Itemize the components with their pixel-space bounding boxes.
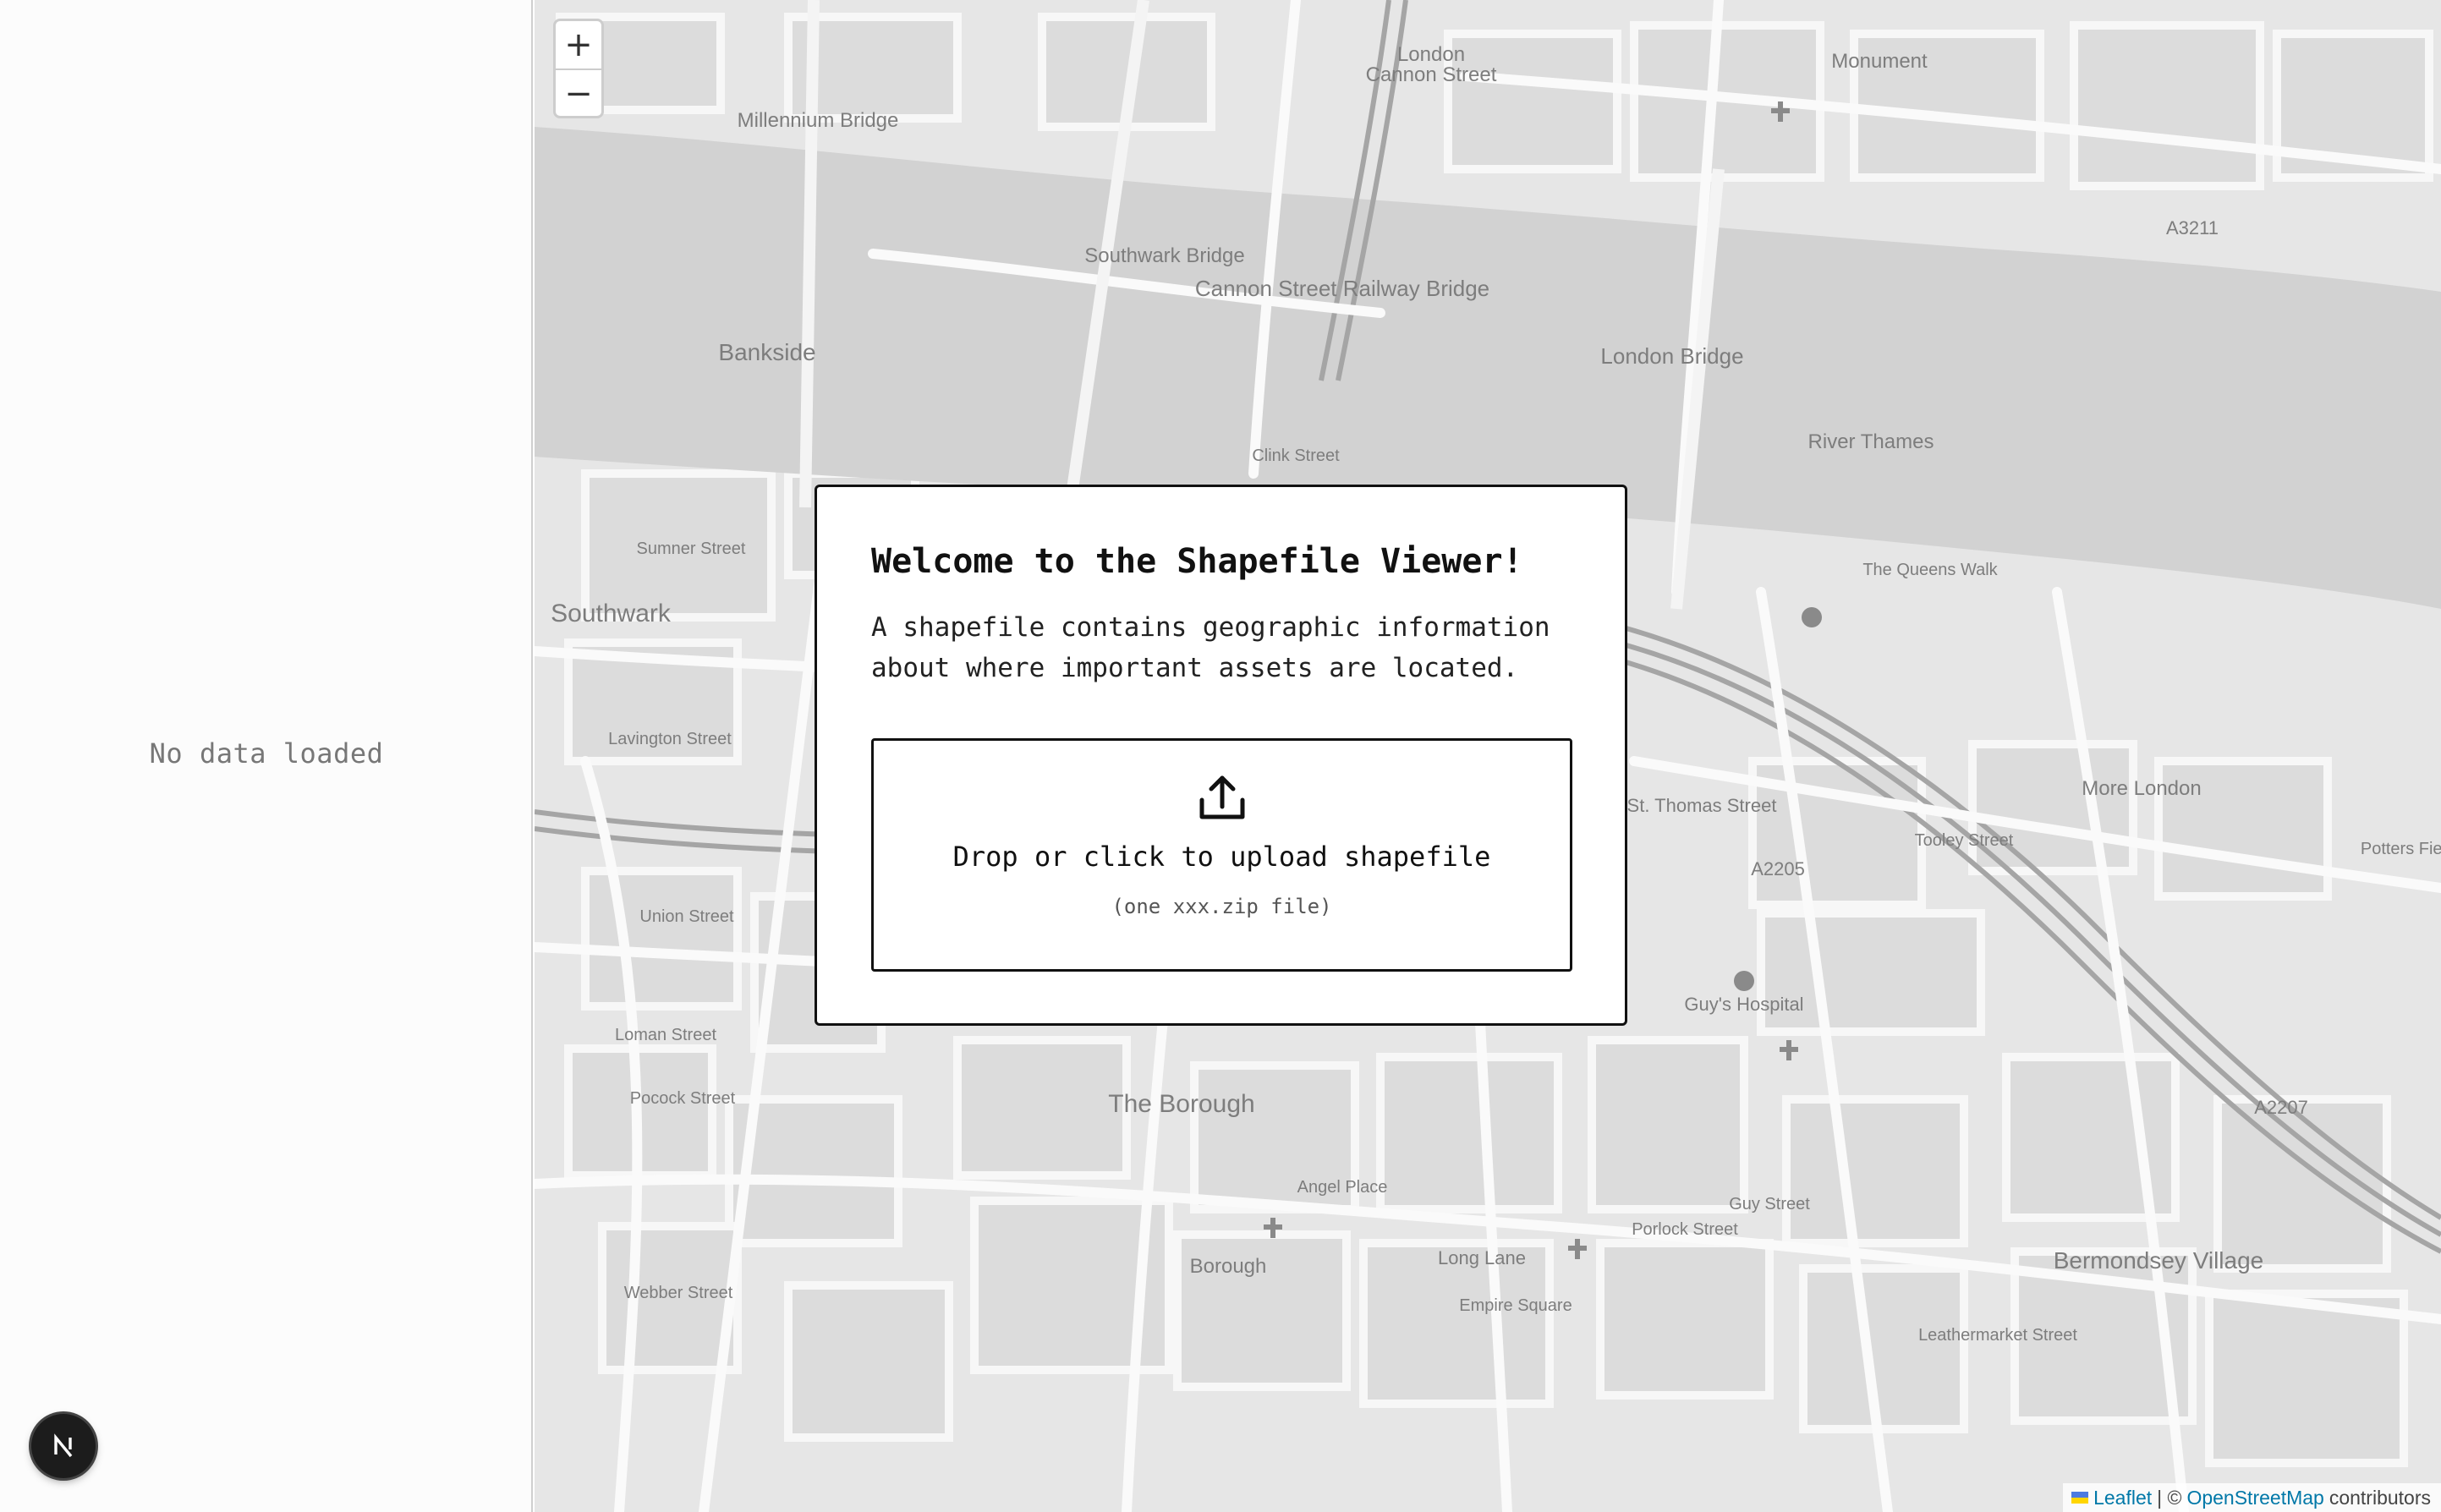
map-label: Loman Street [615, 1026, 717, 1044]
map-label: Union Street [639, 907, 734, 926]
map-label: Millennium Bridge [738, 109, 899, 132]
map-label: Cannon Street Railway Bridge [1195, 276, 1489, 301]
map-label: Monument [1831, 50, 1928, 73]
map-label: The Borough [1108, 1090, 1254, 1118]
map-label: Tooley Street [1915, 831, 2014, 850]
openstreetmap-link[interactable]: OpenStreetMap [2186, 1487, 2323, 1509]
zoom-out-button[interactable]: − [556, 68, 601, 116]
map-label: Southwark Bridge [1084, 244, 1244, 267]
map-label: Bermondsey Village [2054, 1247, 2264, 1274]
dropzone-label: Drop or click to upload shapefile [952, 841, 1491, 873]
map-label: Clink Street [1252, 446, 1340, 465]
map-label: Guy's Hospital [1684, 994, 1803, 1015]
sidebar: No data loaded [0, 0, 533, 1512]
attribution-suffix: contributors [2329, 1486, 2431, 1509]
map-label: Borough [1190, 1255, 1267, 1278]
map-label: More London [2082, 777, 2201, 800]
map-label: The Queens Walk [1862, 561, 1998, 579]
shapefile-dropzone[interactable]: Drop or click to upload shapefile (one x… [871, 738, 1572, 972]
map-label: A2205 [1751, 858, 1805, 879]
leaflet-link[interactable]: Leaflet [2093, 1487, 2152, 1509]
map-label: St. Thomas Street [1627, 795, 1777, 816]
map-label: Pocock Street [630, 1089, 736, 1108]
map-label: River Thames [1808, 430, 1934, 453]
dialog-description: A shapefile contains geographic informat… [871, 612, 1550, 683]
map-label: Potters Fields [2361, 840, 2441, 858]
dropzone-hint: (one xxx.zip file) [1111, 895, 1332, 918]
dialog-title: Welcome to the Shapefile Viewer! [871, 542, 1523, 581]
map-label: London Bridge [1600, 343, 1743, 369]
map-label: Webber Street [624, 1284, 733, 1302]
attribution-separator: | © [2157, 1486, 2182, 1509]
map-label: Guy Street [1729, 1195, 1810, 1213]
map-label: Long Lane [1438, 1247, 1526, 1268]
map-attribution: Leaflet | © OpenStreetMap contributors [2063, 1483, 2441, 1512]
welcome-dialog: Welcome to the Shapefile Viewer! A shape… [815, 485, 1627, 1026]
ukraine-flag-icon [2071, 1492, 2089, 1504]
map-label: London [1397, 43, 1465, 66]
map-label: Sumner Street [637, 540, 746, 558]
map-label: Empire Square [1459, 1296, 1572, 1315]
map-label: Lavington Street [608, 730, 732, 748]
map-label: Bankside [718, 339, 815, 365]
zoom-control: + − [553, 19, 604, 118]
upload-icon [1199, 775, 1244, 819]
map-label: A3211 [2166, 217, 2219, 238]
nextjs-dev-badge[interactable] [31, 1414, 96, 1478]
nextjs-logo-icon [54, 1433, 73, 1458]
map-label: Cannon Street [1366, 63, 1497, 86]
empty-state-text: No data loaded [149, 737, 384, 770]
zoom-in-button[interactable]: + [556, 21, 601, 68]
map-label: Southwark [551, 600, 672, 627]
map-label: Porlock Street [1632, 1220, 1738, 1239]
map-label: A2207 [2254, 1097, 2308, 1118]
map-label: Leathermarket Street [1918, 1326, 2077, 1345]
map-label: Angel Place [1297, 1178, 1388, 1197]
